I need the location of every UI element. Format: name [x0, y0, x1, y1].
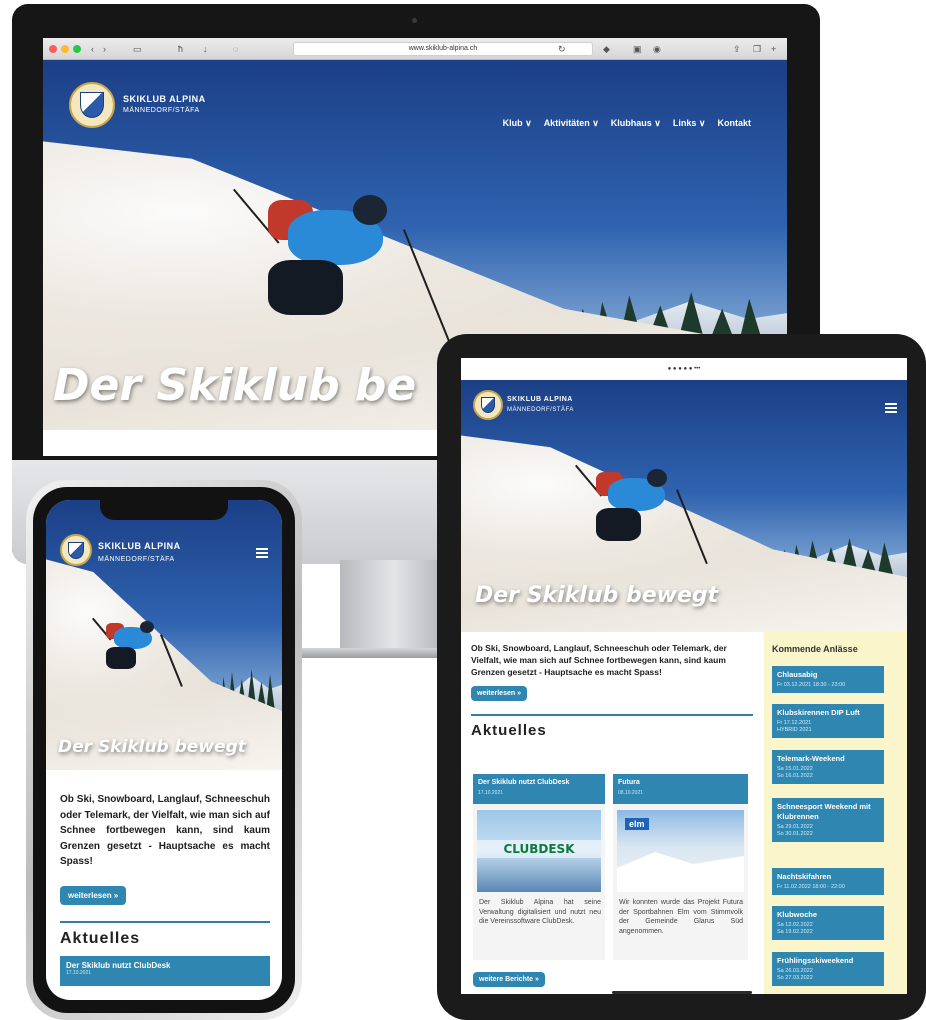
minimize-window-icon[interactable] — [61, 45, 69, 53]
main-navigation: Klub ∨ Aktivitäten ∨ Klubhaus ∨ Links ∨ … — [503, 118, 751, 129]
shield-icon[interactable]: ▣ — [633, 43, 642, 55]
brand-name[interactable]: SKIKLUB ALPINA — [123, 94, 206, 104]
maximize-window-icon[interactable] — [73, 45, 81, 53]
phone-notch — [100, 500, 228, 520]
tablet-status-bar: ● ● ● ● ● ••• — [461, 358, 907, 380]
section-divider — [60, 920, 270, 923]
browser-toolbar: ‹ › ▭ ħ ↓ ◌ www.skiklub-alpina.ch ↻ ◆ ▣ … — [43, 38, 787, 60]
news-card[interactable]: Futura 08.10.2021 elm Wir konnten wurde … — [613, 774, 748, 960]
reload-icon[interactable]: ↻ — [558, 43, 566, 55]
news-card-title[interactable]: Der Skiklub nutzt ClubDesk — [478, 778, 600, 788]
intro-text: Ob Ski, Snowboard, Langlauf, Schneeschuh… — [471, 643, 727, 677]
nav-item-aktivitaeten[interactable]: Aktivitäten ∨ — [544, 118, 599, 129]
event-item[interactable]: Chlausabig Fr 03.12.2021 18:30 - 23:00 — [772, 666, 884, 693]
nav-item-kontakt[interactable]: Kontakt — [718, 118, 752, 129]
hero-title: Der Skiklub bewegt — [58, 737, 246, 757]
device-mockup-composite: ‹ › ▭ ħ ↓ ◌ www.skiklub-alpina.ch ↻ ◆ ▣ … — [0, 0, 926, 1020]
tablet-screen: ● ● ● ● ● ••• SKIKLUB ALPINA MÄNNEDORF/S… — [461, 358, 907, 994]
brand-location: MÄNNEDORF/STÄFA — [123, 107, 200, 114]
read-more-button[interactable]: weiterlesen » — [60, 885, 127, 905]
events-title: Kommende Anlässe — [772, 644, 858, 654]
event-item[interactable]: Klubskirennen DIP Luft Fr 17.12.2021 HYBR… — [772, 704, 884, 738]
event-item[interactable]: Klubwoche Sa 12.02.2022 Sa 19.02.2022 — [772, 906, 884, 940]
tabs-overview-icon[interactable]: ❐ — [753, 43, 761, 55]
intro-text: Ob Ski, Snowboard, Langlauf, Schneeschuh… — [60, 794, 270, 867]
nav-item-klubhaus[interactable]: Klubhaus ∨ — [611, 118, 661, 129]
skier-figure — [233, 180, 450, 360]
section-divider — [471, 714, 753, 716]
news-card-text: Wir konnten wurde das Projekt Futura der… — [619, 899, 743, 935]
logo-badge[interactable] — [69, 82, 115, 128]
new-tab-icon[interactable]: + — [771, 43, 776, 55]
hero-title: Der Skiklub be — [53, 360, 417, 411]
logo-badge[interactable] — [473, 390, 503, 420]
extension-icon[interactable]: ◆ — [603, 43, 610, 55]
browser-forward-icon[interactable]: › — [103, 43, 106, 55]
main-content: Ob Ski, Snowboard, Langlauf, Schneeschuh… — [471, 632, 753, 994]
event-item[interactable]: Frühlingsskiweekend Sa 26.03.2022 So 27.0… — [772, 952, 884, 986]
monitor-camera — [412, 18, 417, 23]
main-content: Ob Ski, Snowboard, Langlauf, Schneeschuh… — [60, 792, 270, 986]
hamburger-menu-icon[interactable] — [885, 403, 897, 413]
news-card[interactable]: Der Skiklub nutzt ClubDesk 17.10.2021 — [60, 955, 270, 986]
close-window-icon[interactable] — [49, 45, 57, 53]
event-item[interactable]: Schneesport Weekend mit Klubrennen Sa 29.… — [772, 798, 884, 842]
news-card-date: 08.10.2021 — [618, 790, 644, 796]
password-icon[interactable]: ◉ — [653, 43, 661, 55]
browser-back-icon[interactable]: ‹ — [91, 43, 94, 55]
events-sidebar: Kommende Anlässe Chlausabig Fr 03.12.2021… — [764, 632, 907, 994]
nav-item-klub[interactable]: Klub ∨ — [503, 118, 532, 129]
sidebar-toggle-icon[interactable]: ▭ — [133, 43, 142, 55]
news-card-title[interactable]: Der Skiklub nutzt ClubDesk — [66, 961, 264, 970]
logo-badge[interactable] — [60, 534, 92, 566]
brand-name[interactable]: SKIKLUB ALPINA — [507, 396, 573, 403]
news-section-title: Aktuelles — [60, 929, 141, 947]
hero-title: Der Skiklub bewegt — [475, 583, 719, 608]
elm-image: elm — [617, 810, 744, 892]
skier-figure — [92, 615, 183, 690]
more-news-button[interactable]: weitere Berichte » — [473, 972, 545, 987]
brand-location: MÄNNEDORF/STÄFA — [98, 556, 175, 563]
address-bar[interactable]: www.skiklub-alpina.ch — [293, 42, 593, 56]
event-item[interactable]: Nachtskifahren Fr 11.02.2022 18:00 - 22:0… — [772, 868, 884, 895]
hero-image: SKIKLUB ALPINA MÄNNEDORF/STÄFA Der Skikl… — [461, 380, 907, 632]
event-item[interactable]: Telemark-Weekend Sa 15.01.2022 So 16.01.2… — [772, 750, 884, 784]
skier-figure — [575, 460, 708, 570]
read-more-button[interactable]: weiterlesen » — [471, 686, 527, 701]
news-card-text: Der Skiklub Alpina hat seine Verwaltung … — [479, 899, 601, 925]
nav-item-links[interactable]: Links ∨ — [673, 118, 706, 129]
phone-screen: SKIKLUB ALPINA MÄNNEDORF/STÄFA Der Skikl… — [46, 500, 282, 1000]
news-section-title: Aktuelles — [471, 722, 547, 739]
brand-name[interactable]: SKIKLUB ALPINA — [98, 541, 181, 551]
hamburger-menu-icon[interactable] — [256, 548, 268, 558]
browser-share-icon[interactable]: ⇪ — [733, 43, 741, 55]
news-card-title[interactable]: Futura — [618, 778, 743, 788]
reader-icon[interactable]: ħ — [178, 43, 183, 55]
privacy-icon[interactable]: ◌ — [233, 43, 238, 55]
news-card-date: 17.10.2021 — [478, 790, 504, 796]
news-card-date: 17.10.2021 — [66, 969, 92, 976]
home-indicator — [612, 991, 752, 994]
clubdesk-image: CLUBDESK — [477, 810, 601, 892]
brand-location: MÄNNEDORF/STÄFA — [507, 407, 574, 413]
news-card[interactable]: Der Skiklub nutzt ClubDesk 17.10.2021 CL… — [473, 774, 605, 960]
download-icon[interactable]: ↓ — [203, 43, 208, 55]
